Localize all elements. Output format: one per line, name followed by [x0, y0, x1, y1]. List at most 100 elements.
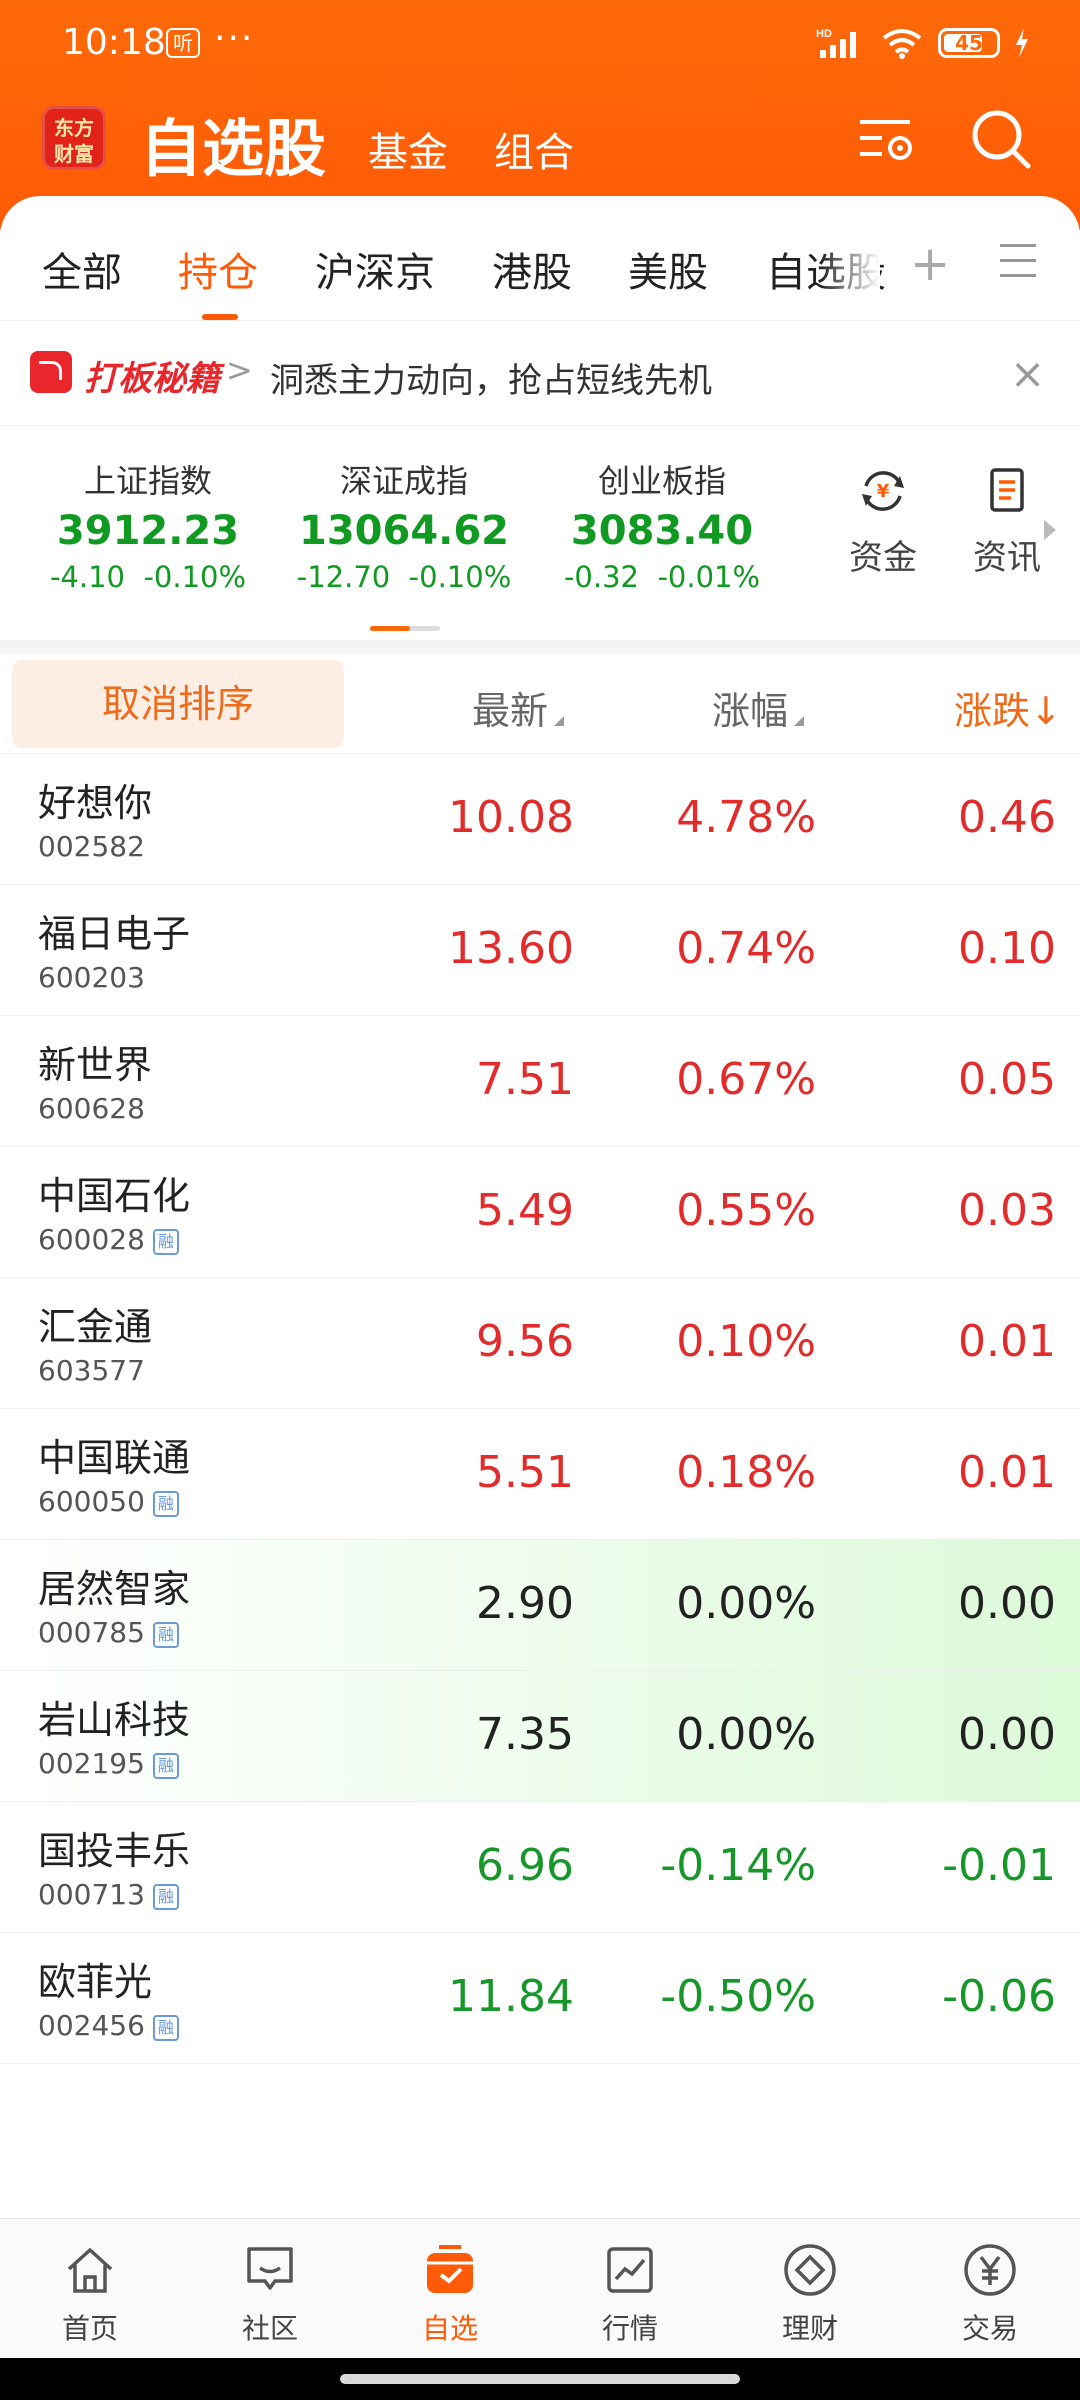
stock-row[interactable]: 居然智家 000785 融 2.90 0.00% 0.00 — [0, 1540, 1080, 1671]
margin-badge: 融 — [152, 1229, 179, 1255]
stock-price: 11.84 — [448, 1971, 574, 2022]
stock-name: 欧菲光 — [38, 1960, 153, 2004]
stock-row[interactable]: 岩山科技 002195 融 7.35 0.00% 0.00 — [0, 1671, 1080, 1802]
tab-hk[interactable]: 港股 — [492, 240, 572, 298]
list-settings-icon[interactable] — [852, 104, 922, 174]
battery-level: 45 — [955, 31, 983, 55]
tab-holdings[interactable]: 持仓 — [178, 240, 258, 298]
nav-home[interactable]: 首页 — [30, 2241, 150, 2347]
news-icon — [990, 468, 1024, 512]
nav-community[interactable]: 社区 — [210, 2241, 330, 2347]
tab-us[interactable]: 美股 — [628, 240, 708, 298]
index-change: -12.70 — [296, 560, 391, 594]
tab-portfolio[interactable]: 组合 — [494, 120, 574, 178]
nav-watchlist[interactable]: 自选 — [390, 2241, 510, 2347]
promo-banner[interactable]: 打板秘籍 > 洞悉主力动向，抢占短线先机 × — [0, 320, 1080, 426]
column-latest[interactable]: 最新 — [472, 680, 565, 735]
stock-name: 新世界 — [38, 1043, 153, 1087]
stock-change: 0.46 — [958, 792, 1056, 843]
sort-corner-icon — [794, 716, 805, 726]
stock-code: 000785 — [38, 1616, 145, 1649]
stock-change: 0.05 — [958, 1054, 1056, 1105]
stock-name: 国投丰乐 — [38, 1829, 191, 1873]
status-bar: 10:18 听 ··· HD 45 — [0, 0, 1080, 90]
stock-price: 6.96 — [476, 1840, 574, 1891]
index-value: 3083.40 — [570, 508, 754, 554]
index-value: 3912.23 — [56, 508, 240, 554]
stock-row[interactable]: 福日电子 600203 13.60 0.74% 0.10 — [0, 885, 1080, 1016]
stock-code-wrap: 002582 — [38, 830, 145, 863]
app-logo-text: 东方财富 — [54, 116, 94, 166]
cancel-sort-button[interactable]: 取消排序 — [12, 660, 344, 748]
stock-row[interactable]: 好想你 002582 10.08 4.78% 0.46 — [0, 754, 1080, 885]
nav-trade-label: 交易 — [961, 2312, 1018, 2345]
network-label: HD — [816, 28, 832, 40]
stock-pct-change: 0.67% — [676, 1054, 816, 1105]
margin-badge: 融 — [152, 2015, 179, 2041]
chat-icon — [247, 2247, 293, 2290]
promo-logo-icon — [30, 351, 72, 393]
stock-name: 居然智家 — [38, 1567, 191, 1611]
stock-row[interactable]: 新世界 600628 7.51 0.67% 0.05 — [0, 1016, 1080, 1147]
stock-code: 600203 — [38, 961, 145, 994]
tab-sh-sz-bj[interactable]: 沪深京 — [315, 240, 435, 298]
stock-pct-change: 0.74% — [676, 923, 816, 974]
index-name: 深证成指 — [339, 462, 468, 500]
stock-row[interactable]: 国投丰乐 000713 融 6.96 -0.14% -0.01 — [0, 1802, 1080, 1933]
tab-all[interactable]: 全部 — [42, 240, 122, 298]
stock-name: 好想你 — [38, 781, 153, 825]
signal-icon: HD — [816, 28, 856, 58]
stock-row[interactable]: 欧菲光 002456 融 11.84 -0.50% -0.06 — [0, 1933, 1080, 2064]
stock-pct-change: 0.55% — [676, 1185, 816, 1236]
stock-price: 7.51 — [476, 1054, 574, 1105]
close-icon[interactable]: × — [1010, 349, 1045, 398]
stock-name: 岩山科技 — [38, 1698, 191, 1742]
margin-badge: 融 — [152, 1491, 179, 1517]
funds-button[interactable]: ¥ 资金 — [828, 466, 938, 579]
stock-price: 7.35 — [476, 1709, 574, 1760]
stock-row[interactable]: 中国石化 600028 融 5.49 0.55% 0.03 — [0, 1147, 1080, 1278]
page-title[interactable]: 自选股 — [140, 98, 326, 188]
stock-row[interactable]: 汇金通 603577 9.56 0.10% 0.01 — [0, 1278, 1080, 1409]
stock-change: 0.10 — [958, 923, 1056, 974]
nav-market[interactable]: 行情 — [570, 2241, 690, 2347]
stock-code-wrap: 002195 融 — [38, 1747, 179, 1780]
funds-icon: ¥ — [862, 471, 904, 511]
stock-change: 0.03 — [958, 1185, 1056, 1236]
stock-price: 13.60 — [448, 923, 574, 974]
index-pct: -0.10% — [408, 560, 512, 594]
add-group-icon[interactable]: + — [910, 236, 950, 292]
index-card-chinext[interactable]: 创业板指 3083.40 -0.32 -0.01% — [542, 456, 782, 594]
status-time: 10:18 — [62, 22, 166, 63]
stock-code-wrap: 000785 融 — [38, 1616, 179, 1649]
stock-row[interactable]: 中国联通 600050 融 5.51 0.18% 0.01 — [0, 1409, 1080, 1540]
promo-brand: 打板秘籍 — [84, 359, 220, 399]
index-card-shanghai[interactable]: 上证指数 3912.23 -4.10 -0.10% — [28, 456, 268, 594]
yuan-icon — [964, 2244, 1016, 2296]
column-change[interactable]: 涨跌↓ — [954, 680, 1062, 735]
gesture-bar — [0, 2358, 1080, 2400]
stock-change: 0.01 — [958, 1447, 1056, 1498]
stock-code: 600028 — [38, 1223, 145, 1256]
stock-code-wrap: 600028 融 — [38, 1223, 179, 1256]
nav-trade[interactable]: 交易 — [930, 2241, 1050, 2347]
scroll-right-icon[interactable] — [1044, 520, 1056, 540]
search-icon[interactable] — [966, 104, 1036, 174]
stock-change: -0.01 — [942, 1840, 1056, 1891]
home-icon — [67, 2248, 113, 2293]
index-card-shenzhen[interactable]: 深证成指 13064.62 -12.70 -0.10% — [284, 456, 524, 594]
tab-menu-icon[interactable] — [1000, 244, 1036, 278]
stock-pct-change: -0.50% — [660, 1971, 816, 2022]
tab-fund[interactable]: 基金 — [368, 120, 448, 178]
index-ticker: 上证指数 3912.23 -4.10 -0.10% 深证成指 13064.62 … — [0, 426, 1080, 640]
nav-wealth[interactable]: 理财 — [750, 2241, 870, 2347]
column-latest-label: 最新 — [472, 689, 549, 733]
sort-desc-icon: ↓ — [1030, 689, 1062, 733]
index-pct: -0.10% — [143, 560, 247, 594]
stock-code-wrap: 600050 融 — [38, 1485, 179, 1518]
stock-change: -0.06 — [942, 1971, 1056, 2022]
nav-wealth-label: 理财 — [781, 2312, 838, 2345]
funds-label: 资金 — [849, 538, 917, 578]
column-pct-change[interactable]: 涨幅 — [712, 680, 805, 735]
stock-price: 10.08 — [448, 792, 574, 843]
